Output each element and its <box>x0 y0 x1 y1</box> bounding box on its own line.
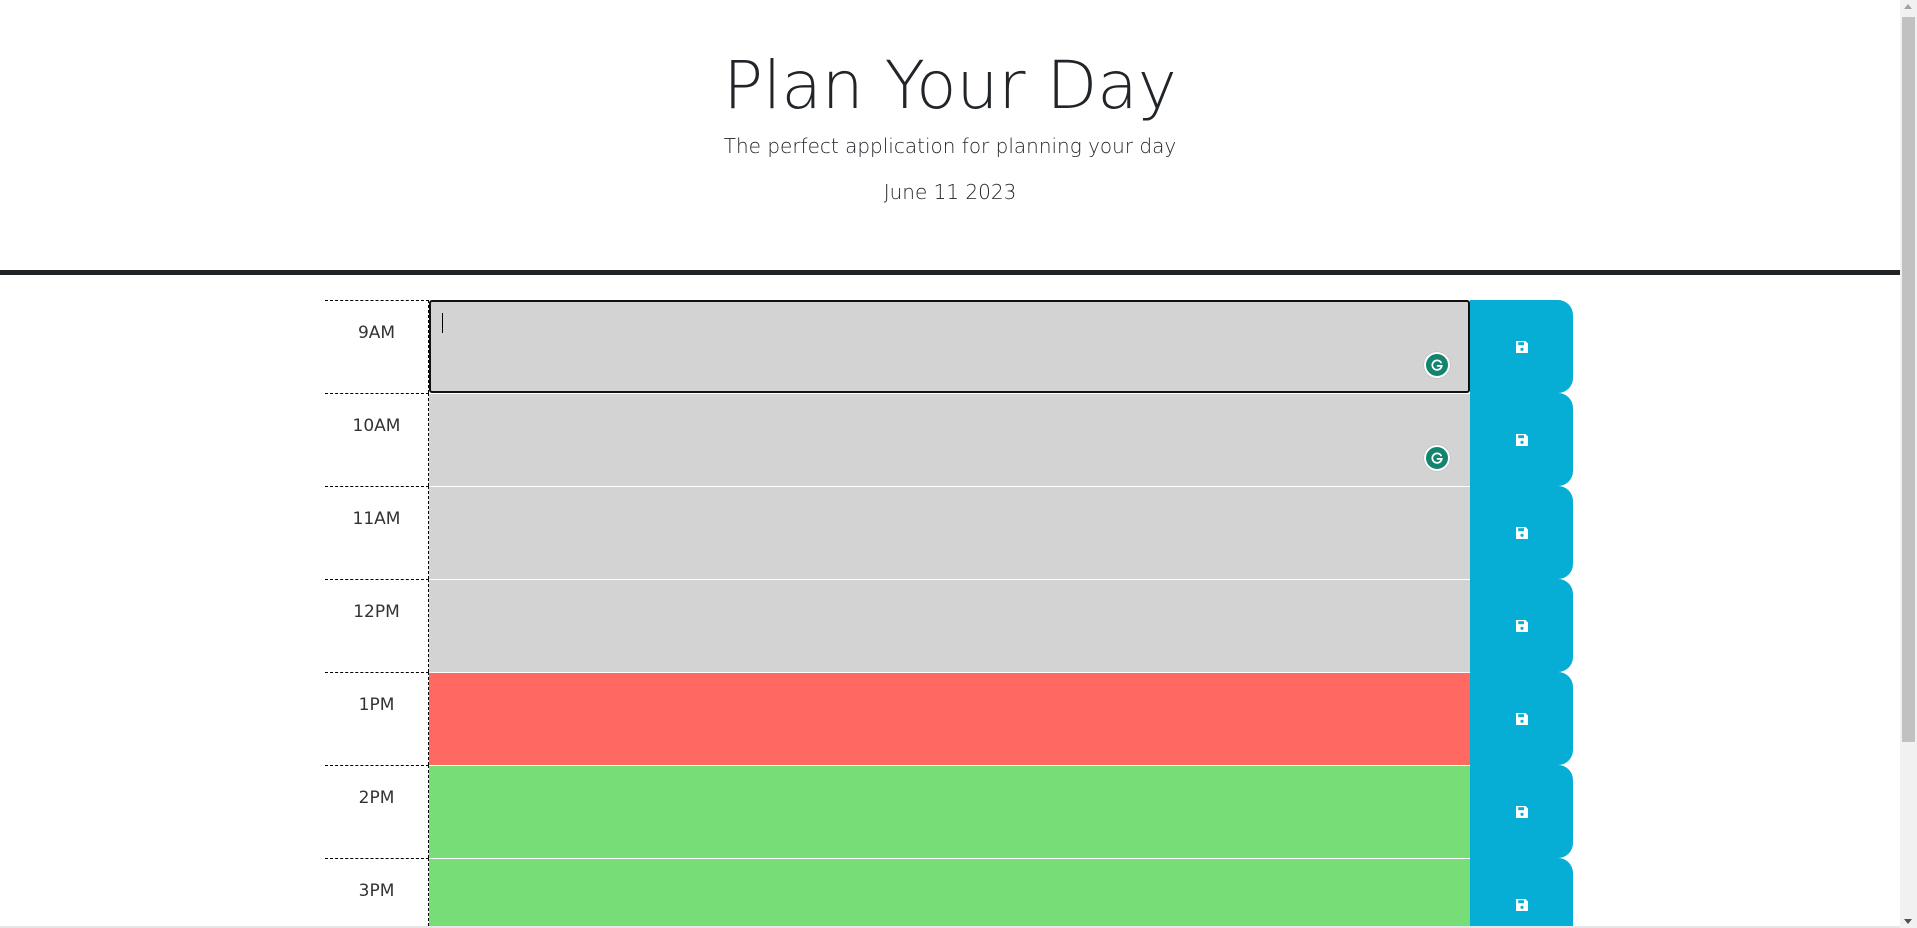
scrollbar-thumb[interactable] <box>1902 17 1915 742</box>
event-description-input[interactable] <box>429 486 1470 579</box>
save-button[interactable] <box>1470 486 1573 579</box>
event-description-input[interactable] <box>429 765 1470 858</box>
save-button[interactable] <box>1470 579 1573 672</box>
floppy-disk-icon <box>1515 712 1528 725</box>
save-button[interactable] <box>1470 300 1573 393</box>
floppy-disk-icon <box>1515 805 1528 818</box>
floppy-disk-icon <box>1515 619 1528 632</box>
floppy-disk-icon <box>1515 433 1528 446</box>
save-button[interactable] <box>1470 672 1573 765</box>
time-block-list: 9AM 10AM 11AM 12PM 1PM 2PM 3PM <box>325 300 1573 928</box>
time-block-row: 10AM <box>325 393 1573 486</box>
event-description-input[interactable] <box>429 300 1470 393</box>
scroll-down-arrow-icon[interactable] <box>1904 919 1912 924</box>
vertical-scrollbar[interactable] <box>1900 0 1917 928</box>
time-block-row: 12PM <box>325 579 1573 672</box>
hour-label: 3PM <box>325 858 429 928</box>
hour-label: 10AM <box>325 393 429 486</box>
hour-label: 12PM <box>325 579 429 672</box>
page-subtitle: The perfect application for planning you… <box>723 134 1177 158</box>
hour-label: 9AM <box>325 300 429 393</box>
time-block-row: 11AM <box>325 486 1573 579</box>
floppy-disk-icon <box>1515 340 1528 353</box>
event-description-input[interactable] <box>429 579 1470 672</box>
grammarly-icon[interactable] <box>1424 445 1450 471</box>
scroll-up-arrow-icon[interactable] <box>1904 4 1912 9</box>
time-block-row: 1PM <box>325 672 1573 765</box>
time-block-row: 9AM <box>325 300 1573 393</box>
app-viewport: Plan Your Day The perfect application fo… <box>0 0 1917 928</box>
floppy-disk-icon <box>1515 898 1528 911</box>
floppy-disk-icon <box>1515 526 1528 539</box>
event-description-input[interactable] <box>429 672 1470 765</box>
hour-label: 2PM <box>325 765 429 858</box>
save-button[interactable] <box>1470 765 1573 858</box>
page-title: Plan Your Day <box>723 47 1177 124</box>
hour-label: 1PM <box>325 672 429 765</box>
hour-label: 11AM <box>325 486 429 579</box>
time-block-row: 3PM <box>325 858 1573 928</box>
page-header: Plan Your Day The perfect application fo… <box>0 0 1900 275</box>
save-button[interactable] <box>1470 858 1573 928</box>
save-button[interactable] <box>1470 393 1573 486</box>
event-description-input[interactable] <box>429 858 1470 928</box>
current-day: June 11 2023 <box>883 180 1017 204</box>
grammarly-icon[interactable] <box>1424 352 1450 378</box>
time-block-row: 2PM <box>325 765 1573 858</box>
text-cursor <box>442 313 443 333</box>
event-description-input[interactable] <box>429 393 1470 486</box>
